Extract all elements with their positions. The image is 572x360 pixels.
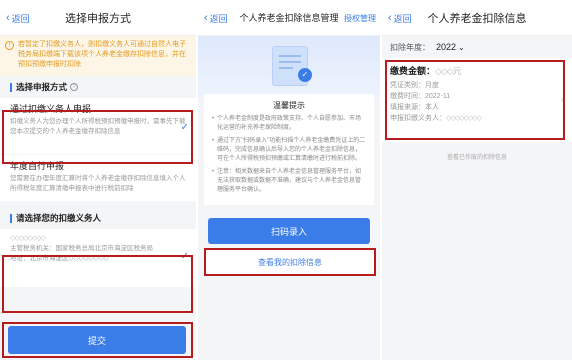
scan-entry-button[interactable]: 扫码录入 [208, 218, 370, 244]
hero-illustration: ✓ [198, 36, 380, 98]
highlight-box [385, 60, 565, 140]
section-label: 选择申报方式 [16, 82, 68, 92]
highlight-box [204, 248, 376, 276]
tip-item: 注意：相关数据来自个人养老金信息管理服务平台，如无法获取数据或数据不准确，建议与… [212, 168, 366, 195]
tip-item: 通过下方"扫码录入"功能扫描个人养老金缴费凭证上的二维码，完成信息确认后导入您的… [212, 137, 366, 164]
pension-deduction-info-screen: ‹ 返回 个人养老金扣除信息 扣除年度： 2022 ⌄ 缴费金额：◇◇◇元 凭证类… [382, 0, 572, 360]
section-bar [10, 213, 12, 223]
highlight-box [2, 322, 193, 358]
year-value: 2022 [436, 42, 457, 52]
tips-card: 温馨提示 个人养老金制度是政府政策支持、个人自愿参加、市场化运营的补充养老保险制… [204, 94, 374, 205]
tips-title: 温馨提示 [273, 101, 305, 110]
nav-bar: ‹ 返回 个人养老金扣除信息管理 授权管理 [198, 0, 380, 36]
agent-tax-office: 主管税务机关：国家税务总局北京市海淀区税务局 [10, 245, 153, 252]
chevron-left-icon: ‹ [204, 12, 208, 24]
option-description: 您需要在办理年度汇算时将个人养老金缴存扣除信息填入个人所得税年度汇算清缴申报表中… [10, 175, 186, 192]
back-button[interactable]: ‹ 返回 [6, 0, 30, 36]
notice-banner: ! 若暂定了扣缴义务人，则扣缴义务人可通过自然人电子税务局扣缴端下载该项个人养老… [0, 36, 196, 76]
agent-name: ◇◇◇◇◇◇◇◇ [10, 235, 46, 242]
back-button[interactable]: ‹ 返回 [204, 0, 228, 36]
section-label: 请选择您的扣缴义务人 [16, 213, 102, 223]
back-label: 返回 [393, 13, 412, 24]
authorization-management-link[interactable]: 授权管理 [344, 0, 376, 36]
select-declaration-method-screen: ‹ 返回 选择申报方式 ! 若暂定了扣缴义务人，则扣缴义务人可通过自然人电子税务局… [0, 0, 196, 360]
notice-text: 若暂定了扣缴义务人，则扣缴义务人可通过自然人电子税务局扣缴端下载该项个人养老金缴… [18, 41, 186, 68]
deduction-year-selector[interactable]: 扣除年度： 2022 ⌄ [382, 36, 572, 58]
back-label: 返回 [11, 13, 30, 24]
chevron-left-icon: ‹ [388, 12, 392, 24]
warning-icon: ! [5, 41, 14, 50]
section-title-agent: 请选择您的扣缴义务人 [0, 207, 196, 229]
shield-icon: ✓ [298, 68, 312, 82]
chevron-left-icon: ‹ [6, 12, 10, 24]
year-label: 扣除年度： [390, 42, 430, 52]
nav-bar: ‹ 返回 选择申报方式 [0, 0, 196, 36]
highlight-box [2, 110, 193, 164]
chevron-down-icon: ⌄ [458, 42, 465, 52]
help-icon[interactable]: ? [70, 83, 79, 91]
highlight-box [2, 255, 193, 313]
view-voided-link[interactable]: 查看已作废的扣除信息 [382, 152, 572, 161]
section-title-method: 选择申报方式 ? [0, 76, 196, 98]
tip-item: 个人养老金制度是政府政策支持、个人自愿参加、市场化运营的补充养老保险制度。 [212, 115, 366, 133]
back-button[interactable]: ‹ 返回 [388, 0, 412, 36]
section-bar [10, 82, 12, 92]
pension-deduction-management-screen: ‹返回 个人养老金扣除信息管理 授权管理 ✓ 温馨提示 个人养老金制度是政府政策… [198, 0, 380, 360]
back-label: 返回 [209, 13, 228, 24]
nav-bar: ‹ 返回 个人养老金扣除信息 [382, 0, 572, 36]
